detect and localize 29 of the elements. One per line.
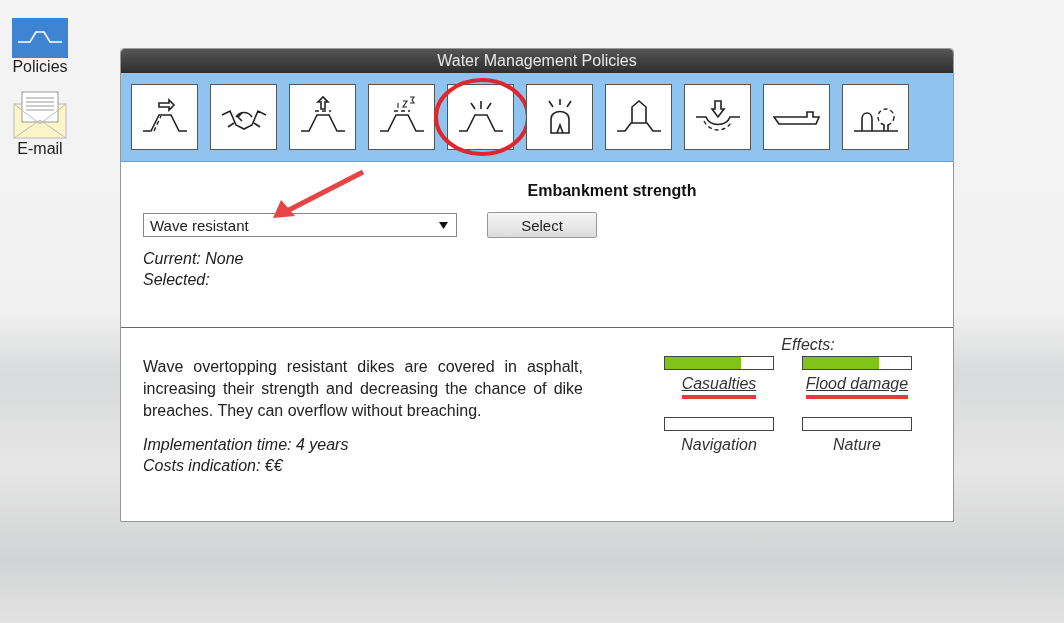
policy-description: Wave overtopping resistant dikes are covered in asphalt, increasing their strength and decreasing the chance of dike breaches. They can overflow without breaching. xyxy=(143,357,583,421)
effect-label: Nature xyxy=(833,436,881,455)
selected-policy-text: Selected: xyxy=(143,270,211,290)
effect-label: Navigation xyxy=(681,436,757,455)
current-policy-text: Current: None xyxy=(143,249,245,269)
policy-button[interactable] xyxy=(684,84,751,150)
policy-button[interactable] xyxy=(368,84,435,150)
effects-title: Effects: xyxy=(781,336,835,354)
select-button[interactable]: Select xyxy=(487,212,597,238)
desktop-icon-label[interactable]: E-mail xyxy=(17,140,63,158)
policy-button[interactable] xyxy=(842,84,909,150)
dike-app-icon[interactable] xyxy=(12,18,68,58)
policy-button[interactable] xyxy=(210,84,277,150)
desktop-icon-label[interactable]: Policies xyxy=(12,58,68,76)
policy-button[interactable] xyxy=(763,84,830,150)
implementation-time-text: Implementation time: 4 years xyxy=(143,435,350,455)
costs-text: Costs indication: €€ xyxy=(143,456,284,476)
policy-heading: Embankment strength xyxy=(527,182,697,200)
ship-icon xyxy=(773,109,820,125)
window-title: Water Management Policies xyxy=(121,49,953,73)
effect-label: Casualties xyxy=(681,375,757,399)
effect-label: Flood damage xyxy=(805,375,909,399)
policy-button[interactable] xyxy=(605,84,672,150)
caret-icon xyxy=(439,221,448,229)
policy-button[interactable] xyxy=(289,84,356,150)
policy-button[interactable] xyxy=(131,84,198,150)
policy-dropdown[interactable]: Wave resistant xyxy=(143,213,457,237)
policy-button[interactable] xyxy=(447,84,514,150)
policy-button[interactable] xyxy=(526,84,593,150)
